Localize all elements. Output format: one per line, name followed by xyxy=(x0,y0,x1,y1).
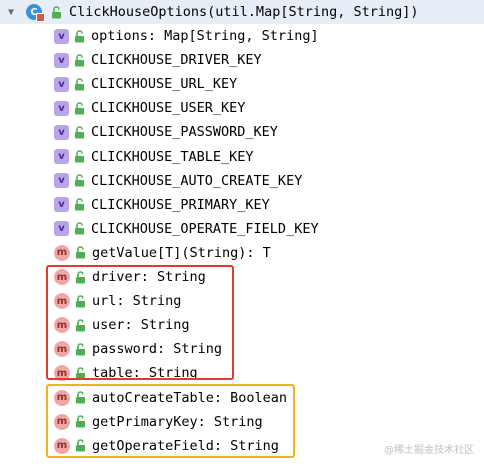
public-lock-icon xyxy=(73,77,85,91)
public-lock-icon xyxy=(74,246,86,260)
tree-node-method[interactable]: m user: String xyxy=(54,313,190,337)
val-icon: v xyxy=(54,124,69,140)
public-lock-icon xyxy=(50,5,62,19)
member-label: password: String xyxy=(92,341,223,358)
tree-node-val[interactable]: v CLICKHOUSE_PASSWORD_KEY xyxy=(54,120,278,144)
method-icon: m xyxy=(54,413,70,430)
tree-node-val[interactable]: v CLICKHOUSE_PRIMARY_KEY xyxy=(54,193,270,217)
tree-node-val[interactable]: v CLICKHOUSE_USER_KEY xyxy=(54,96,245,120)
public-lock-icon xyxy=(73,198,85,212)
val-icon: v xyxy=(54,149,69,164)
method-icon: m xyxy=(54,244,70,261)
public-lock-icon xyxy=(73,125,85,139)
public-lock-icon xyxy=(74,294,86,308)
tree-node-class[interactable]: ▼ C ClickHouseOptions(util.Map[String, S… xyxy=(0,0,484,24)
member-label: CLICKHOUSE_OPERATE_FIELD_KEY xyxy=(91,220,319,237)
member-label: getValue[T](String): T xyxy=(92,244,271,261)
method-icon: m xyxy=(54,437,70,454)
structure-tree: ▼ C ClickHouseOptions(util.Map[String, S… xyxy=(0,0,484,466)
tree-node-method[interactable]: m getPrimaryKey: String xyxy=(54,410,263,434)
member-label: driver: String xyxy=(92,269,206,285)
public-lock-icon xyxy=(73,150,85,164)
public-lock-icon xyxy=(73,53,85,67)
public-lock-icon xyxy=(74,415,86,429)
val-icon: v xyxy=(54,173,69,189)
tree-node-method[interactable]: m password: String xyxy=(54,337,222,361)
member-label: url: String xyxy=(92,293,182,310)
tree-node-val[interactable]: v CLICKHOUSE_AUTO_CREATE_KEY xyxy=(54,169,302,193)
public-lock-icon xyxy=(73,101,85,115)
tree-node-val[interactable]: v options: Map[String, String] xyxy=(54,24,319,48)
val-icon: v xyxy=(54,221,69,237)
val-icon: v xyxy=(54,76,69,92)
watermark: @稀土掘金技术社区 xyxy=(384,445,474,456)
member-label: options: Map[String, String] xyxy=(91,28,319,44)
tree-node-method[interactable]: m table: String xyxy=(54,361,198,385)
val-icon: v xyxy=(54,52,69,68)
member-label: CLICKHOUSE_PASSWORD_KEY xyxy=(91,124,278,141)
tree-node-val[interactable]: v CLICKHOUSE_OPERATE_FIELD_KEY xyxy=(54,217,319,241)
member-label: CLICKHOUSE_PRIMARY_KEY xyxy=(91,196,270,213)
public-lock-icon xyxy=(74,318,86,332)
public-lock-icon xyxy=(73,29,85,43)
tree-node-method[interactable]: m getValue[T](String): T xyxy=(54,241,271,265)
tree-node-val[interactable]: v CLICKHOUSE_TABLE_KEY xyxy=(54,145,254,169)
public-lock-icon xyxy=(74,342,86,356)
method-icon: m xyxy=(54,389,70,406)
public-lock-icon xyxy=(74,366,86,380)
member-label: table: String xyxy=(92,365,198,382)
public-lock-icon xyxy=(73,174,85,188)
public-lock-icon xyxy=(73,222,85,236)
val-icon: v xyxy=(54,100,69,116)
public-lock-icon xyxy=(74,439,86,453)
tree-node-method[interactable]: m getOperateField: String xyxy=(54,434,279,458)
member-label: CLICKHOUSE_USER_KEY xyxy=(91,100,246,117)
tree-node-method[interactable]: m url: String xyxy=(54,289,181,313)
method-icon: m xyxy=(54,269,70,285)
scala-class-icon: C xyxy=(26,4,45,22)
tree-node-val[interactable]: v CLICKHOUSE_DRIVER_KEY xyxy=(54,48,262,72)
member-label: CLICKHOUSE_TABLE_KEY xyxy=(91,148,254,165)
tree-node-val[interactable]: v CLICKHOUSE_URL_KEY xyxy=(54,72,237,96)
tree-node-method[interactable]: m autoCreateTable: Boolean xyxy=(54,386,287,410)
method-icon: m xyxy=(54,317,70,334)
val-icon: v xyxy=(54,197,69,213)
val-icon: v xyxy=(54,28,69,44)
member-label: CLICKHOUSE_AUTO_CREATE_KEY xyxy=(91,172,303,189)
member-label: autoCreateTable: Boolean xyxy=(92,389,288,406)
class-node-label: ClickHouseOptions(util.Map[String, Strin… xyxy=(69,4,419,20)
method-icon: m xyxy=(54,293,70,310)
public-lock-icon xyxy=(74,270,86,284)
method-icon: m xyxy=(54,341,70,358)
member-label: user: String xyxy=(92,317,190,334)
tree-node-method[interactable]: m driver: String xyxy=(54,265,206,289)
method-icon: m xyxy=(54,365,70,382)
member-label: CLICKHOUSE_URL_KEY xyxy=(91,76,238,93)
member-label: CLICKHOUSE_DRIVER_KEY xyxy=(91,52,262,69)
expanded-arrow-icon[interactable]: ▼ xyxy=(4,0,18,24)
member-label: getOperateField: String xyxy=(92,437,279,454)
member-label: getPrimaryKey: String xyxy=(92,413,263,430)
public-lock-icon xyxy=(74,391,86,405)
